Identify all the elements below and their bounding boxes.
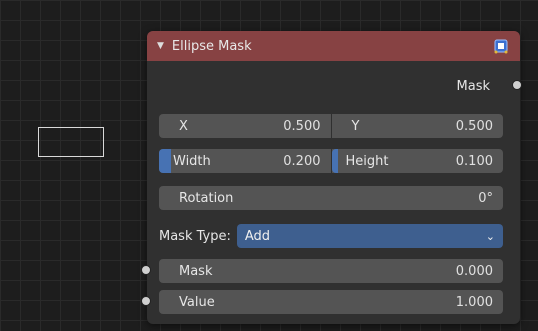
mask-input-value: 0.000 (455, 263, 493, 279)
y-value: 0.500 (455, 118, 493, 134)
height-label: Height (345, 153, 389, 169)
x-value: 0.500 (283, 118, 321, 134)
mask-type-row: Mask Type: Add ⌄ (159, 224, 503, 248)
output-mask-label: Mask (456, 79, 490, 94)
input-value-socket[interactable] (141, 296, 151, 306)
height-value: 0.100 (455, 153, 493, 169)
chevron-down-icon: ⌄ (485, 229, 495, 243)
collapse-triangle-icon[interactable]: ▼ (157, 41, 164, 51)
mask-type-dropdown[interactable]: Add ⌄ (236, 224, 503, 248)
width-label: Width (173, 153, 211, 169)
x-field[interactable]: X 0.500 (159, 114, 331, 138)
width-slider-fill (159, 149, 171, 173)
height-slider[interactable]: Height 0.100 (331, 149, 503, 173)
mask-input-label: Mask (179, 263, 213, 279)
output-mask-socket[interactable] (512, 80, 522, 90)
rotation-field[interactable]: Rotation 0° (159, 186, 503, 210)
mask-type-value: Add (244, 228, 271, 244)
x-label: X (179, 118, 188, 134)
value-input-value: 1.000 (455, 294, 493, 310)
value-input-label: Value (179, 294, 215, 310)
canvas-frame[interactable] (38, 127, 104, 157)
node-preview-icon[interactable] (492, 37, 510, 55)
input-mask-socket[interactable] (141, 265, 151, 275)
node-header[interactable]: ▼ Ellipse Mask (147, 31, 520, 61)
y-label: Y (351, 118, 360, 134)
ellipse-mask-node[interactable]: ▼ Ellipse Mask Mask X 0.500 Y 0.500 Widt… (147, 31, 520, 324)
rotation-row: Rotation 0° (159, 186, 503, 210)
y-field[interactable]: Y 0.500 (331, 114, 503, 138)
width-slider[interactable]: Width 0.200 (159, 149, 331, 173)
mask-input-field[interactable]: Mask 0.000 (159, 259, 503, 283)
mask-input-row: Mask 0.000 (159, 259, 503, 283)
width-value: 0.200 (283, 153, 321, 169)
node-title: Ellipse Mask (171, 38, 252, 54)
value-input-field[interactable]: Value 1.000 (159, 290, 503, 314)
rotation-value: 0° (478, 190, 493, 206)
rotation-label: Rotation (179, 190, 234, 206)
value-input-row: Value 1.000 (159, 290, 503, 314)
height-slider-fill (331, 149, 338, 173)
xy-row: X 0.500 Y 0.500 (159, 114, 503, 138)
size-row: Width 0.200 Height 0.100 (159, 149, 503, 173)
mask-type-label: Mask Type: (159, 228, 231, 244)
